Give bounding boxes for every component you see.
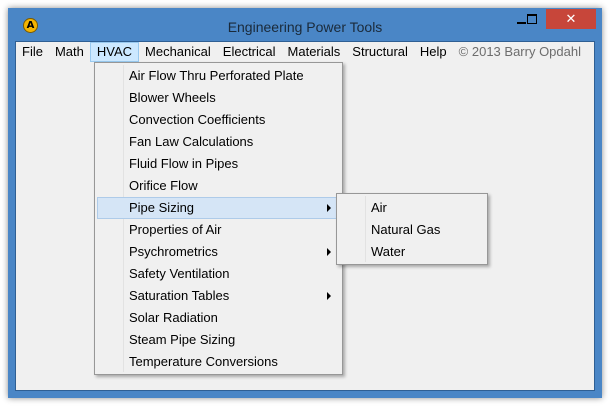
submenu-arrow-icon — [327, 204, 331, 212]
menu-item-blower-wheels[interactable]: Blower Wheels — [97, 87, 340, 109]
menu-item-orifice-flow[interactable]: Orifice Flow — [97, 175, 340, 197]
menu-item-label: Fluid Flow in Pipes — [129, 156, 239, 171]
maximize-button[interactable] — [519, 9, 545, 29]
menu-item-fan-law-calculations[interactable]: Fan Law Calculations — [97, 131, 340, 153]
menu-item-label: Convection Coefficients — [129, 112, 266, 127]
menu-item-steam-pipe-sizing[interactable]: Steam Pipe Sizing — [97, 329, 340, 351]
menu-item-label: Safety Ventilation — [129, 266, 230, 281]
menu-item-label: Solar Radiation — [129, 310, 218, 325]
menu-item-label: Blower Wheels — [129, 90, 216, 105]
menu-math[interactable]: Math — [49, 42, 90, 62]
submenu-arrow-icon — [327, 292, 331, 300]
menu-bar: File Math HVAC Mechanical Electrical Mat… — [16, 42, 594, 62]
menu-mechanical[interactable]: Mechanical — [139, 42, 217, 62]
menu-item-label: Orifice Flow — [129, 178, 198, 193]
menu-item-label: Water — [371, 244, 406, 259]
close-icon: ✕ — [565, 11, 577, 27]
menu-item-label: Air Flow Thru Perforated Plate — [129, 68, 304, 83]
menu-item-properties-of-air[interactable]: Properties of Air — [97, 219, 340, 241]
menu-materials[interactable]: Materials — [282, 42, 347, 62]
menu-electrical[interactable]: Electrical — [217, 42, 282, 62]
menu-structural[interactable]: Structural — [346, 42, 414, 62]
menu-item-pipe-sizing[interactable]: Pipe Sizing — [97, 197, 340, 219]
menu-item-label: Natural Gas — [371, 222, 441, 237]
menu-help[interactable]: Help — [414, 42, 453, 62]
close-button[interactable]: ✕ — [546, 9, 596, 29]
menu-item-fluid-flow-in-pipes[interactable]: Fluid Flow in Pipes — [97, 153, 340, 175]
menu-item-label: Psychrometrics — [129, 244, 218, 259]
hvac-dropdown-menu: Air Flow Thru Perforated Plate Blower Wh… — [94, 62, 343, 375]
submenu-item-natural-gas[interactable]: Natural Gas — [339, 219, 485, 241]
copyright-text: © 2013 Barry Opdahl — [458, 44, 581, 59]
menu-item-safety-ventilation[interactable]: Safety Ventilation — [97, 263, 340, 285]
maximize-icon — [527, 14, 537, 24]
menu-item-saturation-tables[interactable]: Saturation Tables — [97, 285, 340, 307]
menu-item-label: Air — [371, 200, 387, 215]
menu-item-label: Fan Law Calculations — [129, 134, 254, 149]
submenu-item-water[interactable]: Water — [339, 241, 485, 263]
menu-item-label: Saturation Tables — [129, 288, 230, 303]
menu-item-label: Properties of Air — [129, 222, 222, 237]
menu-item-label: Steam Pipe Sizing — [129, 332, 236, 347]
submenu-arrow-icon — [327, 248, 331, 256]
menu-file[interactable]: File — [16, 42, 49, 62]
submenu-item-air[interactable]: Air — [339, 197, 485, 219]
menu-item-convection-coefficients[interactable]: Convection Coefficients — [97, 109, 340, 131]
menu-item-psychrometrics[interactable]: Psychrometrics — [97, 241, 340, 263]
menu-hvac[interactable]: HVAC — [89, 42, 140, 62]
menu-item-air-flow-perforated-plate[interactable]: Air Flow Thru Perforated Plate — [97, 65, 340, 87]
menu-item-label: Temperature Conversions — [129, 354, 278, 369]
menu-item-temperature-conversions[interactable]: Temperature Conversions — [97, 351, 340, 373]
pipe-sizing-submenu: Air Natural Gas Water — [336, 193, 488, 265]
menu-item-label: Pipe Sizing — [129, 200, 195, 215]
menu-item-solar-radiation[interactable]: Solar Radiation — [97, 307, 340, 329]
title-bar[interactable]: A Engineering Power Tools ✕ — [8, 8, 602, 40]
